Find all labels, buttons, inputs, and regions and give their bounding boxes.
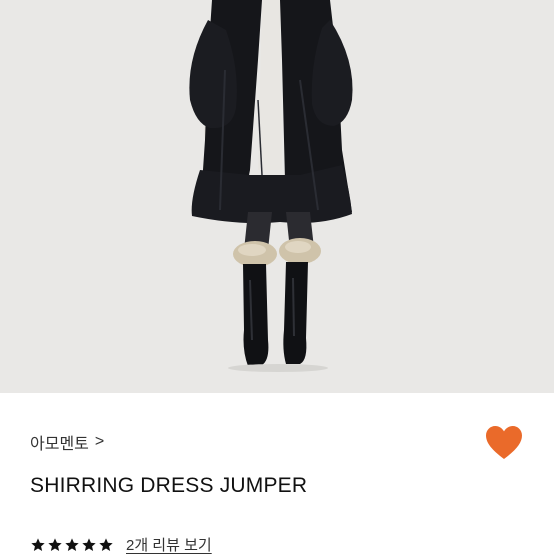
product-photo-illustration: [0, 0, 554, 393]
star-icon: [31, 537, 45, 551]
brand-link[interactable]: 아모멘토 >: [30, 430, 104, 454]
product-title: SHIRRING DRESS JUMPER: [30, 474, 308, 497]
star-icon: [99, 537, 113, 551]
rating-row: 2개 리뷰 보기: [30, 534, 212, 555]
star-icon: [65, 537, 79, 551]
star-icon: [82, 537, 96, 551]
wishlist-button[interactable]: [484, 424, 524, 462]
heart-icon: [486, 426, 522, 459]
product-image: [0, 0, 554, 393]
review-link[interactable]: 2개 리뷰 보기: [126, 534, 212, 555]
star-icon: [48, 537, 62, 551]
chevron-right-icon: >: [94, 433, 105, 450]
brand-label: 아모멘토: [30, 436, 89, 453]
star-rating: [30, 537, 114, 553]
